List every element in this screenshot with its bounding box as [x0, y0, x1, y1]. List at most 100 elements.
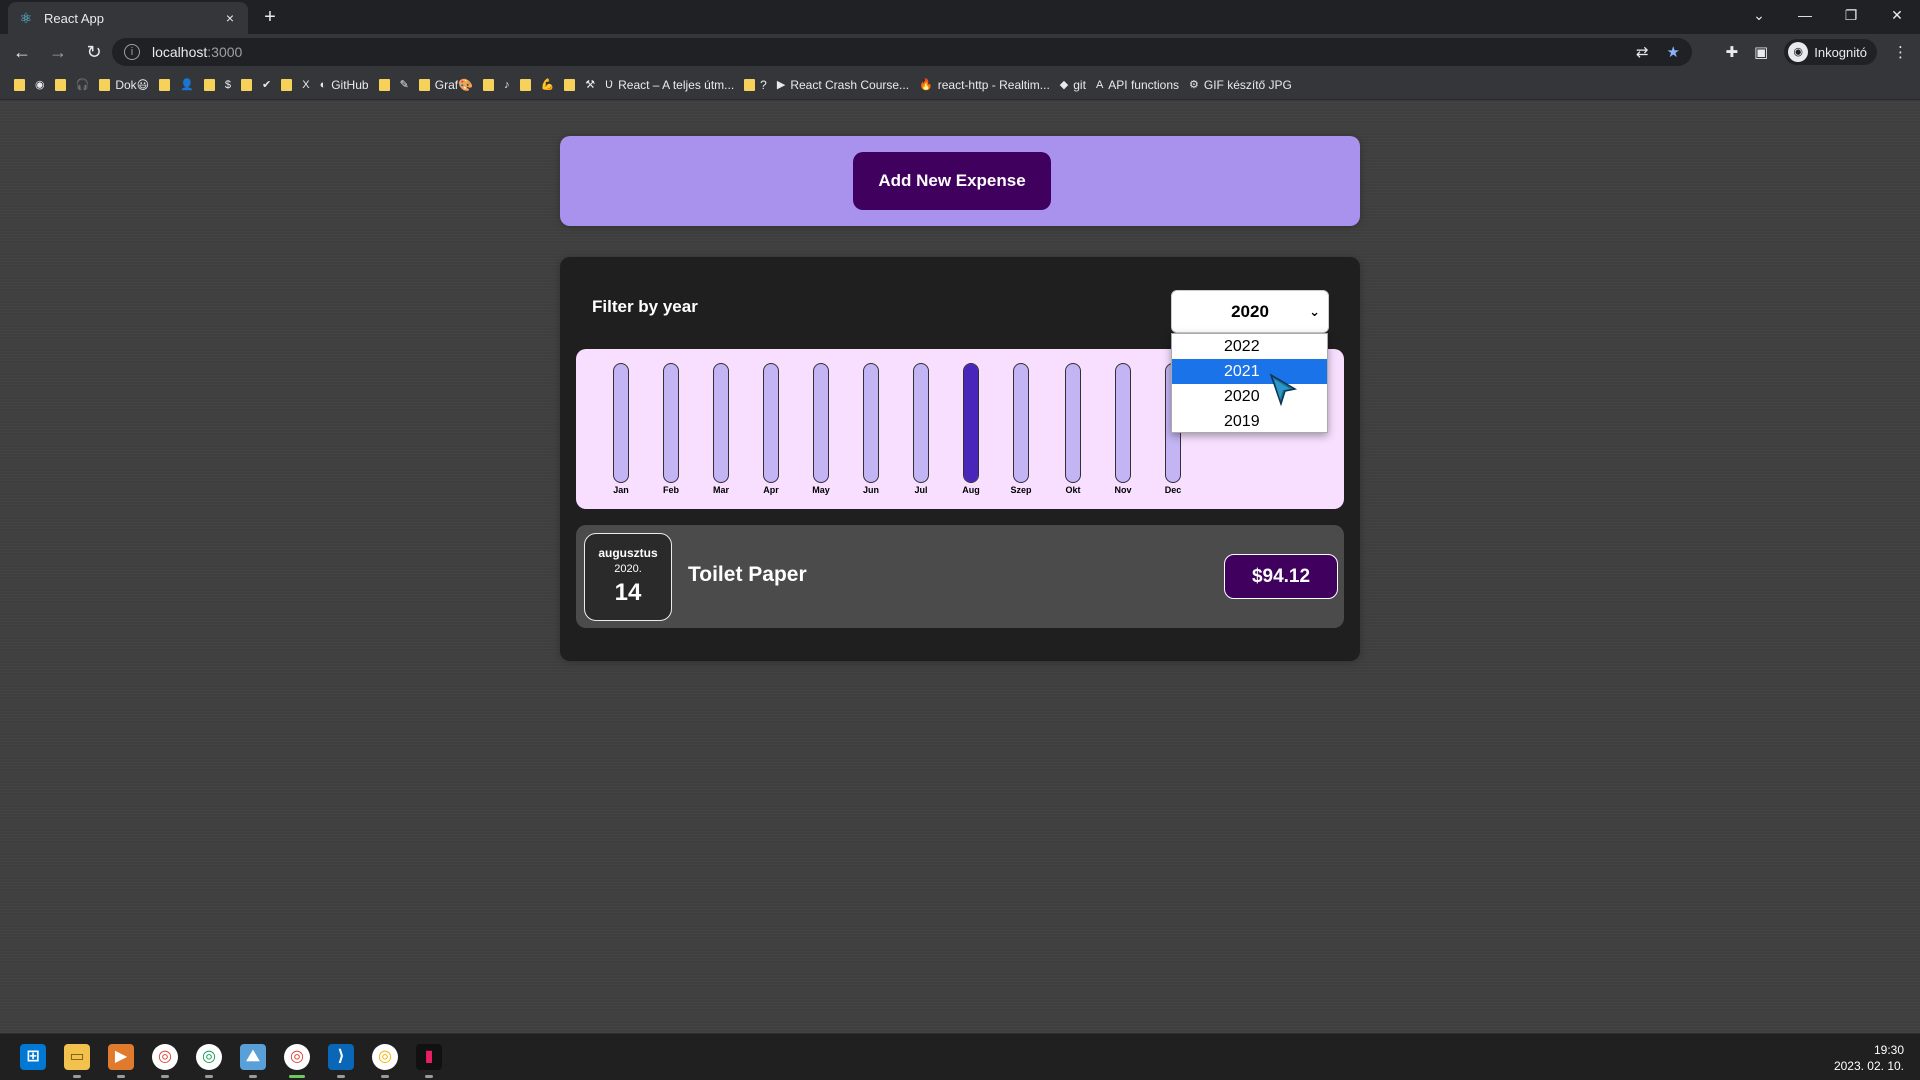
tab-search-icon[interactable]: ⌄	[1736, 0, 1782, 30]
file-explorer-icon[interactable]: ▭	[64, 1044, 90, 1078]
bookmark-item[interactable]: Ʋ React – A teljes útm...	[605, 78, 734, 92]
bookmark-item[interactable]	[159, 78, 171, 91]
chart-bar-label: Jun	[862, 485, 879, 495]
bookmark-item[interactable]: ◐ GitHub	[320, 78, 369, 92]
bookmark-item[interactable]	[281, 78, 293, 91]
bookmark-item[interactable]: ▶ React Crash Course...	[777, 78, 909, 92]
chart-bar-label: Nov	[1114, 485, 1132, 495]
bookmark-label: Graf🎨	[434, 77, 474, 92]
close-window-button[interactable]: ✕	[1874, 0, 1920, 30]
folder-icon	[203, 78, 215, 91]
extensions-icon[interactable]: ✚	[1725, 43, 1738, 61]
bookmark-item[interactable]: A API functions	[1096, 78, 1179, 92]
close-tab-icon[interactable]: ×	[222, 10, 238, 26]
bookmark-item[interactable]: $	[225, 79, 231, 91]
chrome-icon[interactable]: ◎	[152, 1044, 178, 1078]
bookmark-item[interactable]	[14, 78, 25, 91]
running-indicator	[161, 1075, 169, 1078]
add-new-expense-button[interactable]: Add New Expense	[853, 152, 1051, 210]
running-indicator	[117, 1075, 125, 1078]
side-panel-icon[interactable]: ▣	[1754, 43, 1768, 61]
menu-icon[interactable]: ⋮	[1893, 43, 1908, 61]
address-bar[interactable]: i localhost:3000 ⇄ ★	[112, 38, 1692, 66]
bookmark-item[interactable]: 🎧	[76, 78, 90, 91]
bookmark-item[interactable]: ◆ git	[1060, 78, 1086, 92]
year-option-2019[interactable]: 2019	[1172, 409, 1327, 434]
running-indicator	[337, 1075, 345, 1078]
folder-icon	[159, 78, 171, 91]
folder-icon	[519, 78, 531, 91]
bookmark-item[interactable]: 👤	[180, 78, 194, 91]
chart-bar-fill	[964, 364, 978, 482]
bookmark-item[interactable]: 💪	[541, 78, 555, 91]
toolbar-right: ✚ ▣ ◉ Inkognitó ⋮	[1725, 38, 1908, 66]
bookmark-item[interactable]: ?	[744, 78, 767, 92]
back-icon[interactable]: ←	[8, 38, 36, 66]
year-dropdown-list: 2022 2021 2020 2019	[1171, 333, 1328, 433]
pencil-icon: ✎	[399, 79, 409, 91]
bookmark-item[interactable]	[241, 78, 252, 91]
year-option-2021[interactable]: 2021	[1172, 359, 1327, 384]
bookmark-item[interactable]: X	[302, 79, 309, 91]
udemy-icon: Ʋ	[605, 78, 614, 91]
bookmark-item[interactable]: ♪	[504, 79, 510, 91]
restore-button[interactable]: ❐	[1828, 0, 1874, 30]
minimize-button[interactable]: —	[1782, 0, 1828, 30]
bookmark-item[interactable]	[564, 78, 576, 91]
bookmark-item[interactable]: ✎	[400, 78, 409, 91]
year-option-2020[interactable]: 2020	[1172, 384, 1327, 409]
chart-bar-track	[763, 363, 779, 483]
bookmark-item[interactable]: ⚙ GIF készítő JPG	[1189, 78, 1292, 92]
year-select[interactable]: 2020 ⌄	[1171, 290, 1329, 333]
expense-year: 2020.	[614, 563, 642, 575]
guitar-icon: ♪	[504, 78, 510, 91]
profile-button[interactable]: ◉ Inkognitó	[1784, 39, 1877, 65]
bookmark-item[interactable]	[203, 78, 215, 91]
vscode-icon[interactable]: ⟩	[328, 1044, 354, 1078]
bookmark-item[interactable]	[519, 78, 531, 91]
windows-start-icon[interactable]: ⊞	[20, 1044, 46, 1070]
site-info-icon[interactable]: i	[124, 44, 140, 60]
system-clock[interactable]: 19:30 2023. 02. 10.	[1834, 1042, 1904, 1074]
bookmark-item[interactable]: Graf🎨	[418, 77, 474, 92]
photos-icon[interactable]: ⛰	[240, 1044, 266, 1078]
youtube-icon: ▶	[776, 79, 786, 91]
bookmark-item[interactable]	[54, 78, 66, 91]
chrome-profile2-icon[interactable]: ◎	[372, 1044, 398, 1078]
windows-taskbar: 19:30 2023. 02. 10. ⊞ ▭ ▶ ◎ ◎ ⛰ ◎ ⟩ ◎ ▮	[0, 1033, 1920, 1080]
bookmark-star-icon[interactable]: ★	[1667, 43, 1680, 61]
folder-icon	[54, 78, 66, 91]
media-icon[interactable]: ▶	[108, 1044, 134, 1078]
expense-date: augusztus 2020. 14	[584, 533, 672, 621]
terminal-icon[interactable]: ▮	[416, 1044, 442, 1078]
bookmark-label: Dok😃	[115, 77, 150, 92]
chart-bar-label: Szep	[1010, 485, 1032, 495]
new-tab-button[interactable]: +	[258, 6, 282, 28]
chrome-active-icon[interactable]: ◎	[284, 1044, 310, 1078]
chart-bar-jan: Jan	[606, 363, 636, 495]
chart-bar-track	[1013, 363, 1029, 483]
folder-icon	[241, 78, 252, 91]
year-option-2022[interactable]: 2022	[1172, 334, 1327, 359]
bookmark-item[interactable]: ✔	[262, 78, 271, 91]
person-icon: 👤	[180, 79, 194, 91]
url-host: localhost	[152, 44, 208, 60]
bookmark-item[interactable]: 🔥 react-http - Realtim...	[919, 78, 1050, 92]
chart-bar-track	[963, 363, 979, 483]
bookmark-item[interactable]: ⚒	[585, 78, 595, 91]
bookmark-item[interactable]	[378, 78, 390, 91]
bookmark-item[interactable]: Dok😃	[99, 78, 149, 92]
reload-icon[interactable]: ↻	[80, 38, 108, 66]
chart-bar-may: May	[806, 363, 836, 495]
tab-react-app[interactable]: ⚛ React App ×	[8, 2, 248, 34]
tools-icon: ⚒	[585, 79, 596, 91]
translate-icon[interactable]: ⇄	[1636, 43, 1649, 61]
chart-bar-track	[863, 363, 879, 483]
chrome-profile-icon[interactable]: ◎	[196, 1044, 222, 1078]
chart-bar-label: Jul	[914, 485, 928, 495]
bookmark-item[interactable]	[483, 78, 495, 91]
bookmark-label: GIF készítő JPG	[1203, 77, 1292, 92]
forward-icon[interactable]: →	[44, 38, 72, 66]
chart-bar-label: Apr	[763, 485, 779, 495]
bookmark-item[interactable]: ◉	[35, 78, 45, 91]
